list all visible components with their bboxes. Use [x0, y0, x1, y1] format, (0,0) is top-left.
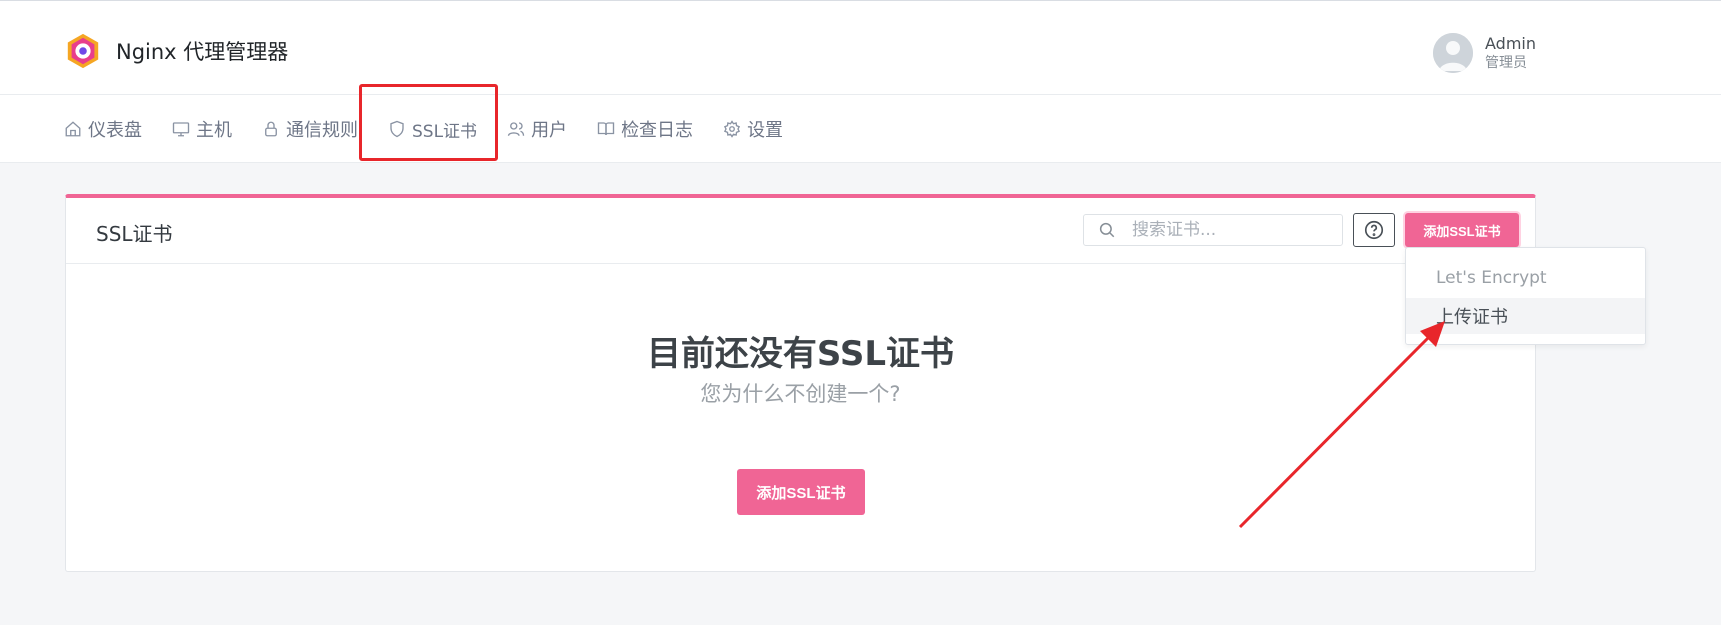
- help-button[interactable]: [1353, 213, 1395, 247]
- help-icon: [1364, 220, 1384, 240]
- search-box[interactable]: [1083, 214, 1343, 246]
- page: Nginx 代理管理器 Admin 管理员 仪表盘 主机 通信规则 SSL证书 …: [0, 0, 1721, 625]
- user-role: 管理员: [1485, 55, 1527, 72]
- nav-item-ssl-certificates[interactable]: SSL证书: [388, 95, 477, 163]
- nav-item-access-rules[interactable]: 通信规则: [262, 95, 358, 163]
- add-ssl-certificate-button[interactable]: 添加SSL证书: [1405, 213, 1519, 247]
- nav-item-label: SSL证书: [412, 121, 478, 142]
- avatar: [1433, 33, 1473, 73]
- nav-item-label: 检查日志: [621, 120, 694, 141]
- empty-state-subtitle: 您为什么不创建一个?: [700, 382, 901, 406]
- monitor-icon: [172, 122, 190, 137]
- shield-icon: [390, 120, 404, 138]
- empty-state-add-button[interactable]: 添加SSL证书: [737, 469, 865, 515]
- top-header: Nginx 代理管理器 Admin 管理员: [0, 0, 1721, 95]
- user-name: Admin: [1485, 33, 1536, 53]
- home-icon: [65, 121, 81, 137]
- nav-item-label: 通信规则: [286, 120, 358, 141]
- card-header: SSL证书 添加SSL证书: [66, 198, 1535, 264]
- nav-item-label: 主机: [196, 120, 232, 141]
- nav-item-label: 设置: [747, 120, 784, 141]
- book-icon: [597, 122, 615, 136]
- gear-icon: [724, 120, 741, 138]
- nav-item-label: 仪表盘: [88, 120, 142, 141]
- user-info: Admin 管理员: [1485, 34, 1536, 73]
- empty-state-title: 目前还没有SSL证书: [646, 334, 955, 374]
- brand[interactable]: Nginx 代理管理器: [64, 31, 288, 71]
- nav-bar: 仪表盘 主机 通信规则 SSL证书 用户 检查日志 设置: [0, 95, 1721, 163]
- ssl-certificates-card: SSL证书 添加SSL证书 目前还没有SSL证书 您为什么不创建一个? 添加SS…: [65, 194, 1536, 572]
- dropdown-item-upload-certificate[interactable]: 上传证书: [1406, 298, 1645, 334]
- logo-icon: [67, 33, 99, 69]
- user-avatar-icon: [1433, 33, 1473, 73]
- search-input[interactable]: [1132, 220, 1332, 240]
- card-title: SSL证书: [96, 222, 173, 246]
- nav-item-audit-log[interactable]: 检查日志: [597, 95, 693, 163]
- users-icon: [507, 122, 525, 136]
- nav-item-settings[interactable]: 设置: [723, 95, 783, 163]
- search-icon: [1099, 222, 1115, 238]
- nav-item-hosts[interactable]: 主机: [172, 95, 232, 163]
- nav-item-label: 用户: [531, 120, 568, 141]
- lock-icon: [265, 121, 277, 137]
- add-certificate-dropdown: Let's Encrypt 上传证书: [1405, 247, 1646, 345]
- dropdown-item-lets-encrypt[interactable]: Let's Encrypt: [1406, 260, 1645, 296]
- user-menu[interactable]: Admin 管理员: [1433, 29, 1536, 77]
- brand-title: Nginx 代理管理器: [116, 40, 289, 64]
- main-nav: 仪表盘 主机 通信规则 SSL证书 用户 检查日志 设置: [64, 95, 813, 163]
- nav-item-users[interactable]: 用户: [507, 95, 567, 163]
- nav-item-dashboard[interactable]: 仪表盘: [64, 95, 142, 163]
